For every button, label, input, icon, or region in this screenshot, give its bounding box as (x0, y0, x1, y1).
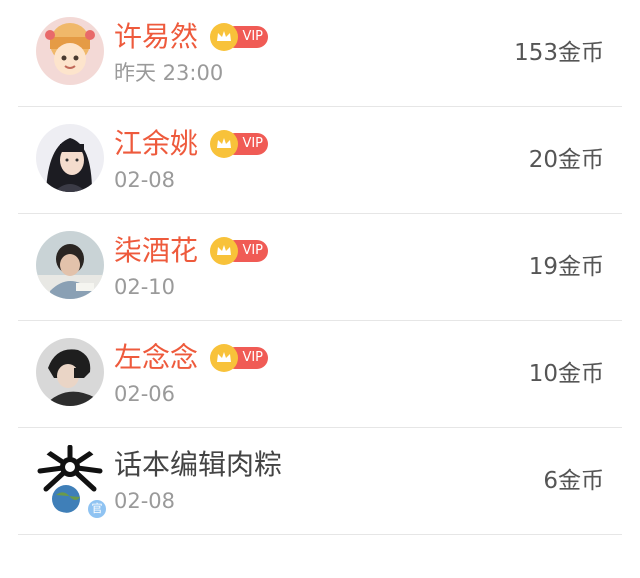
name-line: 话本编辑肉粽 (114, 445, 282, 485)
vip-badge: VIP (210, 344, 269, 372)
list-item[interactable]: 官 话本编辑肉粽 02-08 6金币 (0, 428, 640, 535)
user-name[interactable]: 话本编辑肉粽 (114, 445, 282, 485)
avatar[interactable] (36, 17, 104, 85)
coin-amount: 19金币 (528, 254, 604, 280)
vip-badge: VIP (210, 237, 269, 265)
avatar[interactable] (36, 124, 104, 192)
list-item[interactable]: 江余姚 VIP 02-08 20金币 (0, 107, 640, 214)
divider (18, 534, 622, 535)
list-item[interactable]: 柒酒花 VIP 02-10 19金币 (0, 214, 640, 321)
name-line: 许易然 VIP (114, 17, 269, 57)
crown-icon (210, 237, 239, 265)
crown-icon (210, 23, 239, 51)
name-line: 左念念 VIP (114, 338, 269, 378)
crown-icon (210, 344, 239, 372)
user-name[interactable]: 江余姚 (114, 124, 198, 164)
user-name[interactable]: 柒酒花 (114, 231, 198, 271)
avatar[interactable] (36, 231, 104, 299)
reward-date: 02-08 (114, 168, 176, 192)
coin-amount: 153金币 (514, 40, 604, 66)
list-item[interactable]: 左念念 VIP 02-06 10金币 (0, 321, 640, 428)
list-item[interactable]: 许易然 VIP 昨天 23:00 153金币 (0, 0, 640, 107)
reward-date: 02-10 (114, 275, 176, 299)
official-badge-icon: 官 (86, 498, 108, 520)
coin-amount: 10金币 (528, 361, 604, 387)
avatar[interactable] (36, 338, 104, 406)
crown-icon (210, 130, 239, 158)
coin-amount: 20金币 (528, 147, 604, 173)
name-line: 柒酒花 VIP (114, 231, 269, 271)
reward-date: 02-08 (114, 489, 176, 513)
name-line: 江余姚 VIP (114, 124, 269, 164)
user-name[interactable]: 许易然 (114, 17, 198, 57)
reward-date: 昨天 23:00 (114, 61, 224, 85)
reward-date: 02-06 (114, 382, 176, 406)
vip-badge: VIP (210, 130, 269, 158)
coin-amount: 6金币 (543, 468, 604, 494)
user-name[interactable]: 左念念 (114, 338, 198, 378)
vip-badge: VIP (210, 23, 269, 51)
